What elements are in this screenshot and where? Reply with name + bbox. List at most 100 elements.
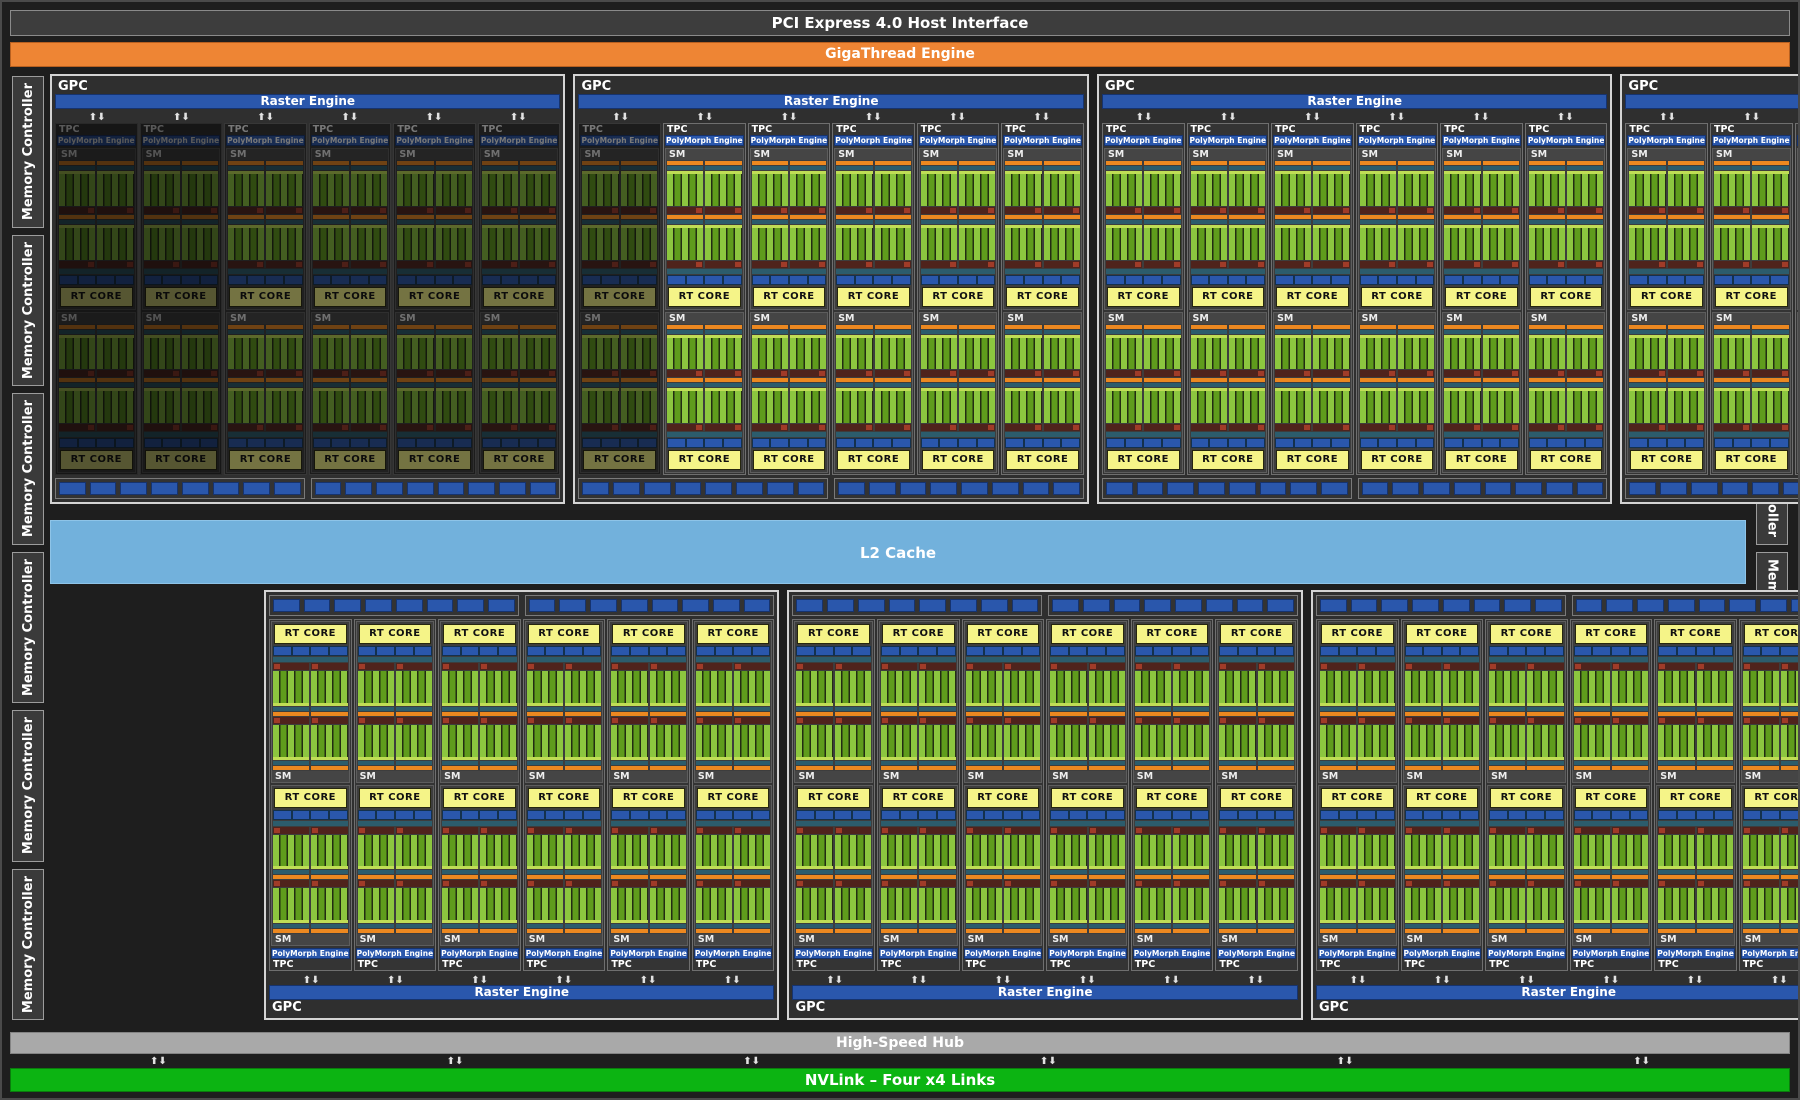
- tpc-row: TPCPolyMorph EngineSMRT CORESMRT CORETPC…: [578, 123, 1083, 475]
- arrow-pair: ⬆⬇: [949, 108, 966, 124]
- load-store-unit: [97, 439, 114, 447]
- red-square: [511, 425, 517, 430]
- red-square: [211, 208, 217, 213]
- cuda-core-block: [1219, 671, 1255, 706]
- cuda-core-block: [1743, 888, 1779, 923]
- rop-unit: [396, 599, 423, 612]
- sm-subcolumn: [1527, 827, 1563, 934]
- load-store-row: [966, 646, 1041, 656]
- rop-unit: [1114, 599, 1141, 612]
- load-store-unit: [229, 439, 246, 447]
- load-store-row: [1658, 810, 1733, 820]
- polymorph-engine-badge: PolyMorph Engine: [1003, 135, 1082, 146]
- orange-bar: [1275, 325, 1311, 329]
- maroon-bar: [1358, 827, 1394, 834]
- maroon-bar: [182, 207, 218, 214]
- load-store-unit: [1062, 439, 1079, 447]
- teal-bar: [1004, 761, 1040, 765]
- maroon-bar: [1004, 717, 1040, 724]
- polymorph-engine-badge: PolyMorph Engine: [1358, 135, 1437, 146]
- sm-core-columns: [1218, 827, 1295, 934]
- arrow-pair: ⬆⬇: [1040, 1052, 1057, 1068]
- sm-unit: SMRT CORE: [1627, 148, 1706, 310]
- orange-bar: [482, 161, 518, 165]
- teal-wide-bar: [1050, 657, 1125, 662]
- orange-bar: [1089, 712, 1125, 716]
- orange-bar: [1106, 378, 1142, 382]
- rop-unit: [950, 599, 977, 612]
- sm-label: SM: [880, 771, 957, 782]
- teal-bar: [835, 761, 871, 765]
- orange-bar: [1313, 378, 1349, 382]
- maroon-bar: [752, 207, 788, 214]
- teal-bar: [1313, 383, 1349, 387]
- maroon-bar: [228, 424, 264, 431]
- cuda-core-block: [1050, 725, 1086, 760]
- load-store-row: [1360, 438, 1435, 448]
- maroon-bar: [520, 424, 556, 431]
- cuda-core-block: [667, 171, 703, 206]
- load-store-unit: [60, 276, 77, 284]
- maroon-bar: [650, 717, 686, 724]
- red-square: [549, 425, 555, 430]
- load-store-unit: [882, 647, 899, 655]
- load-store-unit: [1771, 276, 1788, 284]
- teal-bar: [1320, 924, 1356, 928]
- arrow-pair: ⬆⬇: [696, 108, 713, 124]
- sm-unit: SMRT CORE: [1273, 312, 1352, 474]
- red-square: [1659, 881, 1665, 886]
- load-store-row: [1405, 646, 1480, 656]
- orange-bar: [881, 712, 917, 716]
- arrow-pair: ⬆⬇: [426, 108, 443, 124]
- cuda-core-block: [1612, 888, 1648, 923]
- load-store-unit: [1398, 439, 1415, 447]
- maroon-bar: [705, 261, 741, 268]
- maroon-bar: [667, 424, 703, 431]
- teal-wide-bar: [313, 432, 388, 437]
- load-store-unit: [1715, 439, 1732, 447]
- load-store-unit: [1567, 439, 1584, 447]
- teal-bar: [1483, 330, 1519, 334]
- load-store-unit: [1575, 811, 1592, 819]
- sm-unit: SMRT CORE: [1487, 785, 1566, 947]
- maroon-bar: [1612, 717, 1648, 724]
- cuda-core-block: [358, 835, 394, 870]
- cuda-core-block: [1658, 725, 1694, 760]
- load-store-unit: [454, 276, 471, 284]
- cuda-core-block: [1574, 671, 1610, 706]
- orange-bar: [1219, 712, 1255, 716]
- rop-unit: [1423, 482, 1450, 495]
- cuda-core-block: [1144, 171, 1180, 206]
- load-store-row: [921, 275, 996, 285]
- orange-bar: [144, 161, 180, 165]
- teal-bar: [1752, 330, 1788, 334]
- polymorph-engine-badge: PolyMorph Engine: [665, 135, 744, 146]
- maroon-bar: [97, 261, 133, 268]
- teal-bar: [565, 870, 601, 874]
- orange-bar: [1668, 325, 1704, 329]
- orange-bar: [520, 215, 556, 219]
- orange-bar: [397, 215, 433, 219]
- teal-bar: [1567, 383, 1603, 387]
- teal-wide-bar: [1005, 432, 1080, 437]
- down-arrow-icon: ⬇: [752, 1056, 760, 1067]
- orange-bar: [1004, 712, 1040, 716]
- sm-subcolumn: [734, 827, 770, 934]
- maroon-bar: [1173, 880, 1209, 887]
- red-square: [1596, 262, 1602, 267]
- red-square: [1005, 828, 1011, 833]
- teal-bar: [611, 761, 647, 765]
- rop-unit: [1443, 599, 1470, 612]
- teal-bar: [1106, 166, 1142, 170]
- red-square: [967, 718, 973, 723]
- teal-bar: [59, 330, 95, 334]
- maroon-bar: [1191, 207, 1227, 214]
- orange-bar: [875, 325, 911, 329]
- load-store-unit: [1586, 439, 1603, 447]
- sm-unit: SMRT CORE: [919, 148, 998, 310]
- red-square: [1343, 371, 1349, 376]
- load-store-unit: [1276, 439, 1293, 447]
- cuda-core-block: [650, 888, 686, 923]
- cuda-core-block: [696, 835, 732, 870]
- sm-label: SM: [695, 771, 772, 782]
